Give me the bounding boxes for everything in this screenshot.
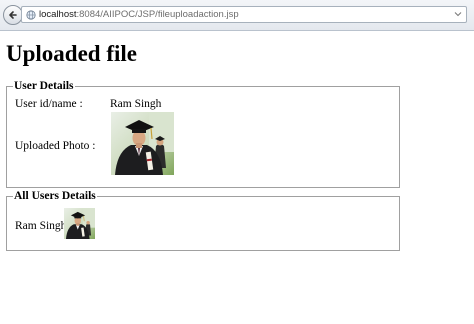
user-id-label: User id/name :: [15, 98, 83, 110]
back-arrow-icon: [9, 11, 17, 19]
user-row-photo: [64, 208, 95, 239]
user-row-name: Ram Singh: [15, 220, 67, 232]
page-title: Uploaded file: [6, 41, 137, 66]
back-button[interactable]: [3, 5, 23, 25]
url-host: localhost: [39, 9, 77, 20]
globe-icon: [26, 10, 36, 20]
chevron-down-icon[interactable]: [454, 10, 462, 18]
user-details-legend: User Details: [14, 80, 74, 92]
all-users-legend: All Users Details: [14, 190, 96, 202]
uploaded-photo: [111, 112, 174, 175]
url-text: localhost:8084/AIIPOC/JSP/fileuploadacti…: [39, 8, 239, 22]
uploaded-photo-label: Uploaded Photo :: [15, 140, 96, 152]
browser-toolbar: localhost:8084/AIIPOC/JSP/fileuploadacti…: [0, 0, 474, 31]
url-path: :8084/AIIPOC/JSP/fileuploadaction.jsp: [76, 9, 239, 20]
user-id-value: Ram Singh: [110, 98, 162, 110]
address-bar[interactable]: localhost:8084/AIIPOC/JSP/fileuploadacti…: [21, 6, 467, 23]
user-details-fieldset: User Details: [6, 80, 400, 188]
